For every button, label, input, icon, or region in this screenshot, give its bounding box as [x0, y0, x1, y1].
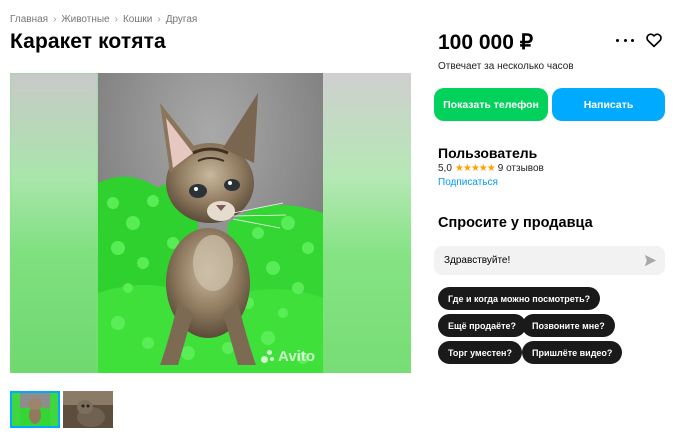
ask-seller-title: Спросите у продавца — [438, 215, 593, 231]
kitten-photo — [98, 73, 323, 373]
thumbnail-1[interactable] — [10, 391, 60, 428]
rating-value: 5,0 — [438, 163, 452, 174]
reviews-link[interactable]: 9 отзывов — [498, 163, 544, 174]
breadcrumb-item-other[interactable]: Другая — [166, 14, 198, 25]
more-icon[interactable] — [616, 33, 634, 47]
chevron-right-icon: › — [114, 14, 118, 25]
thumbnail-2-image — [63, 391, 113, 428]
avito-watermark: Avito — [261, 348, 315, 365]
quick-question-chip[interactable]: Ещё продаёте? — [438, 314, 527, 337]
message-input[interactable] — [444, 255, 634, 266]
quick-question-chip[interactable]: Торг уместен? — [438, 341, 522, 364]
gallery-blur-left — [10, 73, 98, 373]
photo-gallery[interactable]: Avito — [10, 73, 411, 373]
response-time: Отвечает за несколько часов — [438, 61, 574, 72]
subscribe-link[interactable]: Подписаться — [438, 177, 498, 188]
thumbnail-strip — [10, 391, 113, 428]
avito-watermark-text: Avito — [278, 348, 315, 365]
listing-title: Каракет котята — [10, 30, 166, 53]
seller-rating: 5,0 ★★★★★ 9 отзывов — [438, 163, 544, 174]
breadcrumb-item-cats[interactable]: Кошки — [123, 14, 152, 25]
thumbnail-2[interactable] — [63, 391, 113, 428]
show-phone-button[interactable]: Показать телефон — [434, 88, 548, 121]
breadcrumb-item-home[interactable]: Главная — [10, 14, 48, 25]
seller-name[interactable]: Пользователь — [438, 145, 537, 161]
rating-stars-icon: ★★★★★ — [454, 163, 496, 174]
thumbnail-1-image — [10, 391, 60, 428]
chevron-right-icon: › — [53, 14, 57, 25]
avito-logo-icon — [261, 349, 275, 364]
breadcrumb-item-animals[interactable]: Животные — [61, 14, 109, 25]
breadcrumb: Главная › Животные › Кошки › Другая — [10, 14, 197, 25]
price: 100 000 ₽ — [438, 31, 534, 54]
message-box[interactable] — [434, 246, 665, 275]
gallery-blur-right — [323, 73, 411, 373]
quick-question-chip[interactable]: Позвоните мне? — [522, 314, 615, 337]
quick-question-chip[interactable]: Пришлёте видео? — [522, 341, 623, 364]
heart-icon[interactable] — [645, 31, 663, 49]
send-icon[interactable] — [644, 254, 657, 267]
chevron-right-icon: › — [157, 14, 161, 25]
write-button[interactable]: Написать — [552, 88, 665, 121]
quick-question-chip[interactable]: Где и когда можно посмотреть? — [438, 287, 601, 310]
main-photo[interactable]: Avito — [98, 73, 323, 373]
